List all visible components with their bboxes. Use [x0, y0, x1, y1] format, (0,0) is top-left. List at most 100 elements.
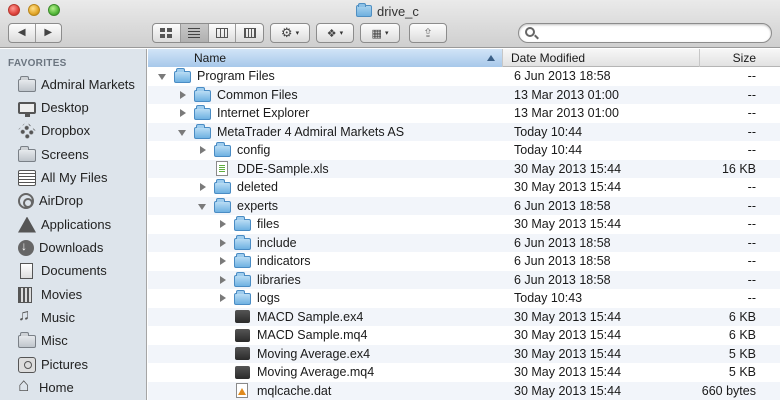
disclosure-closed-icon[interactable]: [216, 291, 230, 305]
file-name: MACD Sample.mq4: [257, 328, 368, 343]
column-view-icon: [215, 28, 228, 38]
action-menu-button[interactable]: ⚙ ▾: [270, 23, 310, 43]
file-row[interactable]: Common Files 13 Mar 2013 01:00 --: [148, 85, 780, 104]
disclosure-closed-icon[interactable]: [216, 254, 230, 268]
file-date: Today 10:44: [514, 143, 583, 158]
sidebar-item-documents[interactable]: Documents: [0, 259, 146, 282]
file-date: 30 May 2013 15:44: [514, 217, 622, 232]
column-header-size[interactable]: Size: [700, 49, 780, 67]
sidebar-item-all-my-files[interactable]: All My Files: [0, 166, 146, 189]
file-name: Program Files: [197, 69, 275, 84]
document-icon: [235, 347, 250, 361]
file-row[interactable]: Internet Explorer 13 Mar 2013 01:00 --: [148, 104, 780, 123]
file-date: 30 May 2013 15:44: [514, 161, 622, 176]
file-row[interactable]: deleted 30 May 2013 15:44 --: [148, 178, 780, 197]
file-row[interactable]: libraries 6 Jun 2013 18:58 --: [148, 270, 780, 289]
share-button[interactable]: ⇪: [409, 23, 447, 43]
file-row[interactable]: indicators 6 Jun 2013 18:58 --: [148, 252, 780, 271]
disclosure-closed-icon[interactable]: [196, 180, 210, 194]
folder-icon: [194, 123, 211, 139]
column-header-name[interactable]: Name: [148, 49, 503, 67]
sidebar-item-screens[interactable]: Screens: [0, 143, 146, 166]
file-size: --: [747, 235, 756, 250]
sidebar-item-downloads[interactable]: Downloads: [0, 236, 146, 259]
view-mode-group: [152, 23, 264, 43]
window-title-text: drive_c: [377, 3, 419, 19]
cover-flow-icon: [243, 28, 256, 38]
arrange-menu-button[interactable]: ▦ ▾: [360, 23, 400, 43]
minimize-window-button[interactable]: [28, 4, 40, 16]
search-input[interactable]: [541, 26, 763, 40]
forward-button[interactable]: ▶: [36, 24, 62, 42]
dropbox-icon: [17, 120, 37, 141]
close-window-button[interactable]: [8, 4, 20, 16]
file-name-cell: MACD Sample.mq4: [148, 326, 503, 345]
file-size: --: [747, 217, 756, 232]
sidebar-item-pictures[interactable]: Pictures: [0, 353, 146, 376]
file-size: 660 bytes: [701, 383, 756, 398]
sidebar-item-airdrop[interactable]: AirDrop: [0, 189, 146, 212]
file-date: 6 Jun 2013 18:58: [514, 198, 611, 213]
column-header-date-modified[interactable]: Date Modified: [503, 49, 700, 67]
disclosure-closed-icon[interactable]: [196, 143, 210, 157]
folder-icon: [234, 271, 251, 287]
folder-icon: [18, 332, 36, 348]
file-row[interactable]: DDE-Sample.xls 30 May 2013 15:44 16 KB: [148, 159, 780, 178]
sidebar-item-home[interactable]: Home: [0, 376, 146, 399]
column-view-button[interactable]: [209, 24, 237, 42]
disclosure-open-icon[interactable]: [196, 199, 210, 213]
disclosure-closed-icon[interactable]: [216, 273, 230, 287]
zoom-window-button[interactable]: [48, 4, 60, 16]
cover-flow-view-button[interactable]: [236, 24, 263, 42]
file-row[interactable]: experts 6 Jun 2013 18:58 --: [148, 196, 780, 215]
sidebar-item-desktop[interactable]: Desktop: [0, 96, 146, 119]
disclosure-open-icon[interactable]: [176, 125, 190, 139]
file-row[interactable]: MetaTrader 4 Admiral Markets AS Today 10:…: [148, 122, 780, 141]
file-rows: Program Files 6 Jun 2013 18:58 -- Common Fi…: [148, 67, 780, 400]
search-field[interactable]: [518, 23, 772, 43]
sidebar-item-dropbox[interactable]: Dropbox: [0, 119, 146, 142]
folder-icon: [214, 197, 231, 213]
airdrop-icon: [18, 192, 34, 209]
icon-view-button[interactable]: [153, 24, 181, 42]
file-size: 5 KB: [728, 346, 756, 361]
file-row[interactable]: Program Files 6 Jun 2013 18:58 --: [148, 67, 780, 86]
disclosure-closed-icon[interactable]: [176, 106, 190, 120]
sidebar-item-applications[interactable]: Applications: [0, 213, 146, 236]
movies-icon: [18, 286, 32, 303]
search-icon: [525, 27, 535, 37]
file-size: --: [747, 272, 756, 287]
file-row[interactable]: include 6 Jun 2013 18:58 --: [148, 233, 780, 252]
file-row[interactable]: logs Today 10:43 --: [148, 289, 780, 308]
back-button[interactable]: ◀: [9, 24, 36, 42]
sidebar-item-label: Dropbox: [41, 123, 91, 138]
file-date: 30 May 2013 15:44: [514, 383, 622, 398]
disclosure-closed-icon[interactable]: [176, 88, 190, 102]
disclosure-open-icon[interactable]: [156, 69, 170, 83]
file-row[interactable]: config Today 10:44 --: [148, 141, 780, 160]
disclosure-closed-icon[interactable]: [216, 236, 230, 250]
gear-icon: ⚙: [280, 25, 293, 40]
file-size: --: [747, 69, 756, 84]
file-row[interactable]: MACD Sample.mq4 30 May 2013 15:44 6 KB: [148, 326, 780, 345]
file-row[interactable]: mqlcache.dat 30 May 2013 15:44 660 bytes: [148, 381, 780, 400]
spreadsheet-icon: [216, 161, 228, 177]
file-row[interactable]: Moving Average.ex4 30 May 2013 15:44 5 KB: [148, 344, 780, 363]
sidebar-item-misc[interactable]: Misc: [0, 329, 146, 352]
file-row[interactable]: MACD Sample.ex4 30 May 2013 15:44 6 KB: [148, 307, 780, 326]
sidebar-item-admiral-markets[interactable]: Admiral Markets: [0, 73, 146, 96]
file-name-cell: Moving Average.mq4: [148, 363, 503, 382]
warning-file-icon: [236, 383, 248, 399]
dropbox-menu-button[interactable]: ❖ ▾: [316, 23, 354, 43]
file-row[interactable]: Moving Average.mq4 30 May 2013 15:44 5 KB: [148, 363, 780, 382]
file-date: 6 Jun 2013 18:58: [514, 272, 611, 287]
list-view-button[interactable]: [180, 24, 209, 42]
file-date: Today 10:44: [514, 124, 583, 139]
sidebar-item-music[interactable]: Music: [0, 306, 146, 329]
applications-icon: [18, 216, 36, 233]
sidebar-item-movies[interactable]: Movies: [0, 283, 146, 306]
file-row[interactable]: files 30 May 2013 15:44 --: [148, 215, 780, 234]
disclosure-closed-icon[interactable]: [216, 217, 230, 231]
